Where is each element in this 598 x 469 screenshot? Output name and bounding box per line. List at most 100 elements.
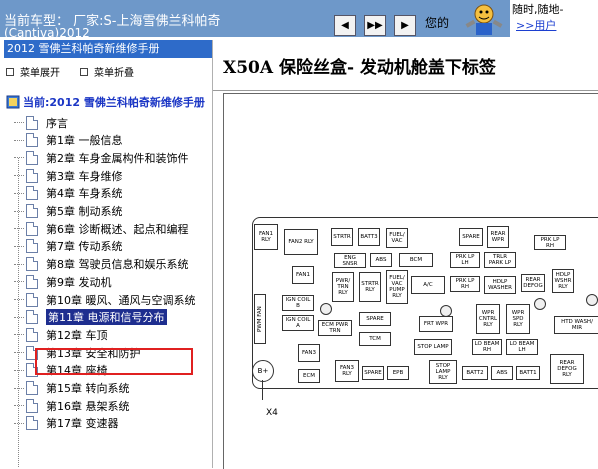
tree-connector: [14, 334, 24, 336]
fuse-strtr: STRTR: [331, 228, 353, 246]
fuse-fan1rly: FAN1 RLY: [254, 224, 278, 250]
mounting-hole: [534, 298, 546, 310]
x4-label: X4: [266, 408, 278, 418]
user-link[interactable]: >>用户: [516, 17, 556, 33]
document-icon: [26, 274, 38, 289]
user-greeting: 您的: [425, 16, 450, 30]
chapter-label: 第17章 变速器: [46, 417, 119, 431]
nav-skip-button[interactable]: ▶▶: [364, 15, 386, 36]
chapter-item-9[interactable]: 第9章 发动机: [14, 273, 112, 290]
tree-connector: [14, 281, 24, 283]
chapter-item-11[interactable]: 第11章 电源和信号分布: [14, 309, 167, 326]
document-icon: [26, 292, 38, 307]
chapter-item-1[interactable]: 第1章 一般信息: [14, 132, 123, 149]
fuse-tcm: TCM: [359, 332, 391, 346]
chapter-label: 第10章 暖风、通风与空调系统: [46, 293, 196, 307]
tree-connector: [14, 210, 24, 212]
chapter-item-12[interactable]: 第12章 车顶: [14, 326, 108, 343]
chapter-label: 第7章 传动系统: [46, 240, 123, 254]
chapter-label: 第16章 悬架系统: [46, 399, 130, 413]
document-icon: [26, 239, 38, 254]
x4-leader-line: [262, 380, 263, 400]
document-icon: [26, 327, 38, 342]
document-icon: [26, 381, 38, 395]
tree-connector: [14, 245, 24, 247]
vehicle-model: (Cantiva)2012: [4, 26, 90, 40]
fuse-lobeamlh: LO BEAM LH: [506, 339, 538, 355]
chapter-label: 第12章 车顶: [46, 328, 108, 342]
fuse-batt1: BATT1: [516, 366, 540, 380]
fuse-stoplamprly: STOP LAMP RLY: [429, 360, 457, 384]
selected-highlight-box: [35, 348, 193, 375]
nav-prev-button[interactable]: ◀: [334, 15, 356, 36]
collapse-icon: [80, 67, 88, 76]
fuse-igncoilb: IGN COIL B: [282, 295, 314, 311]
fuse-trlrprk: TRLR PARK LP: [484, 252, 516, 268]
fuse-spare3: SPARE: [362, 366, 384, 380]
tree-connector: [14, 316, 24, 318]
collapse-label: 菜单折叠: [94, 68, 134, 79]
collapse-menu-button[interactable]: 菜单折叠: [80, 64, 134, 79]
chapter-label: 第11章 电源和信号分布: [46, 309, 167, 326]
fuse-batt3: BATT3: [358, 228, 380, 246]
chapter-label: 第5章 制动系统: [46, 205, 123, 218]
fuse-ecm: ECM: [298, 369, 320, 383]
fuse-wprspd: WPR SPD RLY: [506, 304, 530, 334]
current-manual[interactable]: 当前:2012 雪佛兰科帕奇新维修手册: [6, 94, 205, 110]
mounting-hole: [440, 305, 452, 317]
chapter-item-2[interactable]: 第2章 车身金属构件和装饰件: [14, 149, 189, 166]
chapter-item-10[interactable]: 第10章 暖风、通风与空调系统: [14, 291, 196, 308]
document-icon: [26, 398, 38, 413]
tree-connector: [14, 369, 24, 371]
chapter-item-15[interactable]: 第15章 转向系统: [14, 380, 130, 397]
document-icon: [26, 186, 38, 201]
fuse-pwmfan: PWM FAN: [254, 294, 266, 344]
fuse-spare2: SPARE: [359, 312, 391, 326]
tree-connector: [14, 175, 24, 177]
fuse-prklplh: PRK LP LH: [450, 252, 480, 268]
fuse-spare1: SPARE: [459, 228, 483, 246]
fuse-ecmpwr: ECM PWR TRN: [318, 320, 352, 336]
chapter-item-0[interactable]: 序言: [14, 114, 68, 131]
chapter-item-4[interactable]: 第4章 车身系统: [14, 185, 123, 202]
fuse-igncoila: IGN COIL A: [282, 315, 314, 331]
document-icon: [26, 257, 38, 272]
fuse-fan2rly: FAN2 RLY: [284, 229, 318, 255]
fuse-reardefogrly: REAR DEFOG RLY: [550, 354, 584, 384]
fuse-batt2: BATT2: [462, 366, 488, 380]
content-pane: X50A 保险丝盒- 发动机舱盖下标签 FAN1 RLY FAN2 RLY STRT…: [213, 40, 598, 469]
chapter-item-8[interactable]: 第8章 驾驶员信息和娱乐系统: [14, 256, 189, 273]
fuse-epb: EPB: [387, 366, 409, 380]
expand-icon: [6, 67, 14, 76]
chapter-label: 第8章 驾驶员信息和娱乐系统: [46, 258, 189, 272]
tree-connector: [14, 352, 24, 354]
fuse-hdlpwshr: HDLP WSHR RLY: [552, 269, 574, 293]
chapter-item-5[interactable]: 第5章 制动系统: [14, 203, 123, 220]
tree-connector: [14, 263, 24, 265]
tree-connector: [14, 387, 24, 389]
fuse-fan1: FAN1: [292, 266, 314, 284]
expand-menu-button[interactable]: 菜单展开: [6, 64, 60, 79]
chapter-item-3[interactable]: 第3章 车身维修: [14, 167, 123, 184]
mounting-hole: [586, 294, 598, 306]
chapter-item-16[interactable]: 第16章 悬架系统: [14, 397, 130, 414]
chapter-label: 第15章 转向系统: [46, 382, 130, 395]
document-icon: [26, 221, 38, 236]
chapter-item-6[interactable]: 第6章 诊断概述、起点和编程: [14, 220, 189, 237]
chapter-item-7[interactable]: 第7章 传动系统: [14, 238, 123, 255]
chapter-item-17[interactable]: 第17章 变速器: [14, 415, 119, 432]
chapter-label: 第6章 诊断概述、起点和编程: [46, 222, 189, 236]
nav-next-button[interactable]: ▶: [394, 15, 416, 36]
fuse-frtwpr: FRT WPR: [419, 316, 453, 332]
fuse-fuelpumprly: FUEL/ VAC PUMP RLY: [386, 270, 408, 304]
fuse-box-diagram: FAN1 RLY FAN2 RLY STRTR BATT3 FUEL/ VAC SPARE…: [223, 93, 598, 469]
document-icon: [26, 204, 38, 218]
tree-connector: [14, 405, 24, 407]
fuse-strtrrly: STRTR RLY: [359, 272, 381, 302]
tree-connector: [14, 192, 24, 194]
fuse-abs1: ABS: [370, 253, 392, 267]
document-icon: [26, 133, 38, 148]
promo-text: 随时,随地-: [512, 3, 564, 16]
fuse-reardefog: REAR DEFOG: [521, 274, 545, 292]
fuse-rearwpr: REAR WPR: [487, 226, 509, 248]
